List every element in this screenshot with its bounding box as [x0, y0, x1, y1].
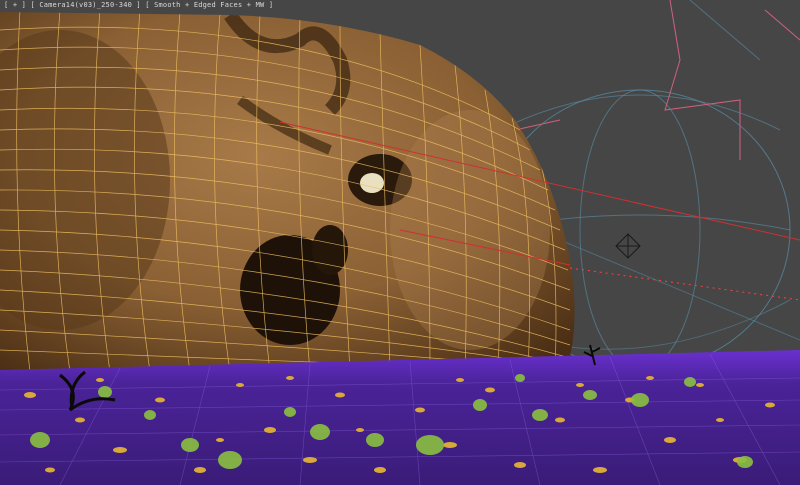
viewport-label-menu[interactable]: [ + ] [ Camera14(v03)_250-340 ] [ Smooth… [4, 1, 273, 9]
scene-canvas [0, 0, 800, 485]
3d-viewport[interactable]: [ + ] [ Camera14(v03)_250-340 ] [ Smooth… [0, 0, 800, 485]
helper-lines [514, 0, 800, 160]
wireframe-head-mesh-icon[interactable] [0, 10, 575, 372]
camera-target-icon[interactable] [615, 233, 641, 259]
